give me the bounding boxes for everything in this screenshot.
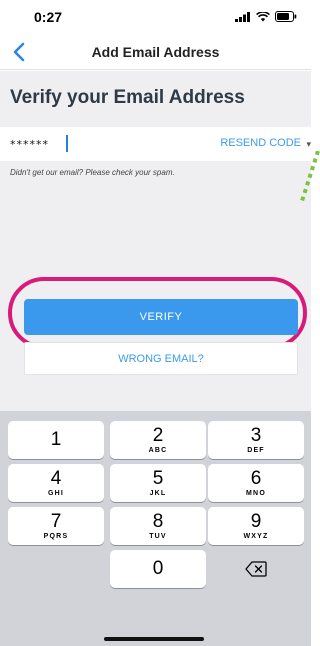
key-2[interactable]: 2 ABC — [110, 421, 206, 459]
wrong-email-button[interactable]: WRONG EMAIL? — [24, 342, 298, 375]
key-3[interactable]: 3 DEF — [208, 421, 304, 459]
text-caret — [66, 135, 68, 152]
spam-hint: Didn't get our email? Please check your … — [10, 168, 175, 177]
key-letters: ABC — [148, 446, 168, 454]
status-icons — [235, 11, 297, 22]
key-7[interactable]: 7 PQRS — [8, 507, 104, 545]
key-9[interactable]: 9 WXYZ — [208, 507, 304, 545]
key-number: 0 — [152, 558, 164, 579]
key-number: 5 — [152, 467, 164, 489]
key-number: 6 — [250, 467, 262, 489]
key-number: 7 — [50, 510, 62, 532]
home-indicator — [104, 637, 204, 641]
code-field-row: RESEND CODE ▾ — [0, 127, 311, 161]
signal-icon — [235, 11, 250, 22]
key-number: 3 — [250, 424, 262, 446]
delete-key[interactable] — [208, 550, 304, 588]
wifi-icon — [256, 11, 270, 21]
numeric-keypad: 1 2 ABC 3 DEF 4 GHI 5 JKL 6 MNO 7 PQRS 8… — [0, 411, 311, 646]
verification-code-input[interactable] — [10, 136, 160, 152]
key-number: 1 — [50, 429, 62, 450]
status-time: 0:27 — [34, 9, 63, 25]
key-6[interactable]: 6 MNO — [208, 464, 304, 502]
key-letters: TUV — [149, 532, 167, 540]
verify-button[interactable]: VERIFY — [24, 299, 298, 335]
key-letters: MNO — [246, 489, 266, 497]
key-8[interactable]: 8 TUV — [110, 507, 206, 545]
key-letters: WXYZ — [243, 532, 269, 540]
key-number: 8 — [152, 510, 164, 532]
key-letters: JKL — [149, 489, 167, 497]
key-letters: DEF — [247, 446, 265, 454]
key-letters: GHI — [47, 489, 65, 497]
key-number: 4 — [50, 467, 62, 489]
key-number: 9 — [250, 510, 262, 532]
nav-title: Add Email Address — [91, 44, 220, 60]
backspace-icon — [245, 561, 267, 577]
resend-code-link[interactable]: RESEND CODE — [220, 137, 301, 149]
battery-icon — [275, 11, 297, 22]
key-0[interactable]: 0 — [110, 550, 206, 588]
key-number: 2 — [152, 424, 164, 446]
key-4[interactable]: 4 GHI — [8, 464, 104, 502]
key-1[interactable]: 1 — [8, 421, 104, 459]
nav-bar: Add Email Address — [0, 34, 311, 70]
key-5[interactable]: 5 JKL — [110, 464, 206, 502]
page-title: Verify your Email Address — [10, 87, 245, 108]
status-bar: 0:27 — [0, 0, 311, 34]
chevron-down-icon: ▾ — [306, 139, 311, 149]
key-letters: PQRS — [43, 532, 69, 540]
